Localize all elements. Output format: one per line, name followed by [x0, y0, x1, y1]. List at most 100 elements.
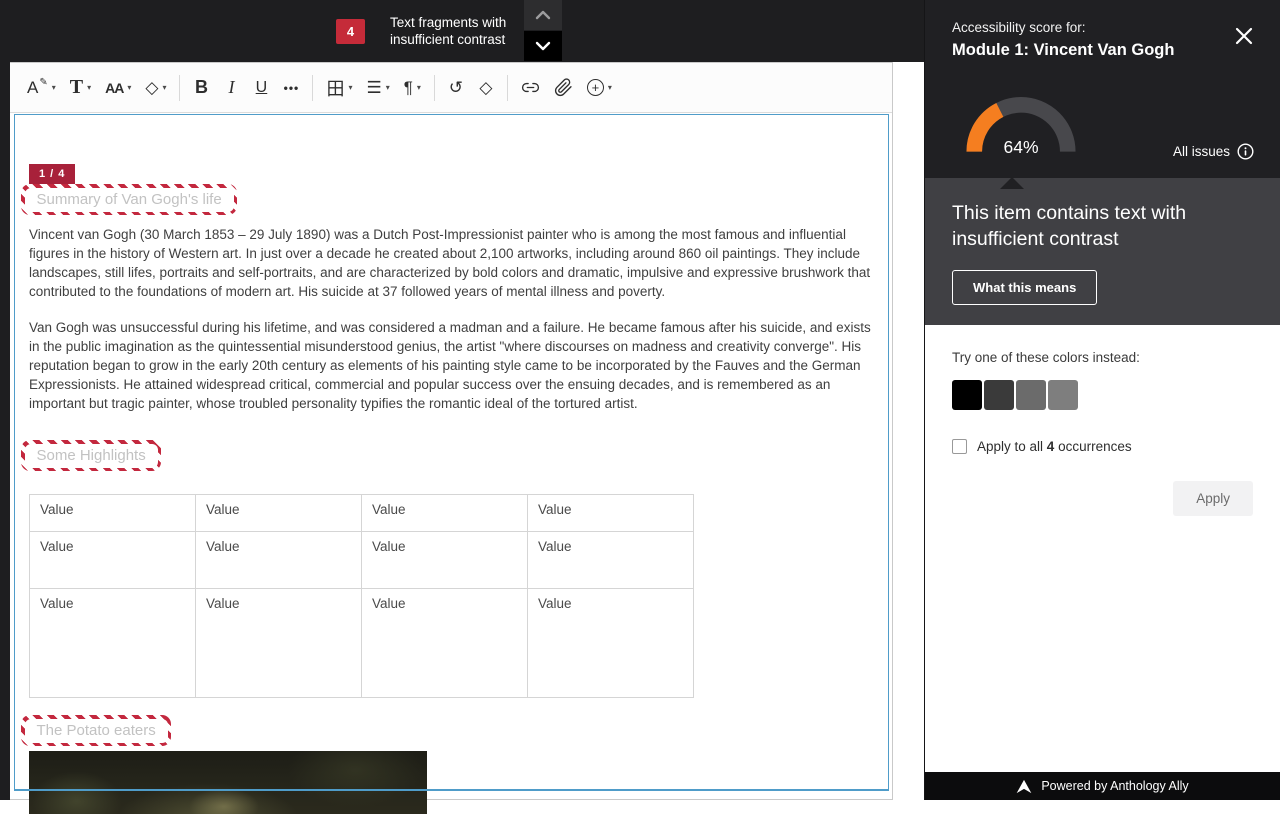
apply-button-row: Apply: [952, 481, 1253, 516]
paperclip-icon: [554, 78, 573, 97]
toolbar-separator: [434, 75, 435, 101]
all-issues-link[interactable]: All issues: [1173, 143, 1254, 160]
apply-all-label: Apply to all 4 occurrences: [977, 439, 1132, 454]
pilcrow-icon: ¶: [404, 78, 413, 98]
table-cell[interactable]: Value: [528, 495, 694, 532]
accessibility-score-gauge: 64%: [964, 92, 1078, 158]
table-cell[interactable]: Value: [30, 495, 196, 532]
heading-text: The Potato eaters: [25, 719, 168, 743]
ellipsis-icon: •••: [284, 81, 300, 95]
editor-content-area[interactable]: 1 / 4 Summary of Van Gogh's life Vincent…: [14, 114, 889, 791]
undo-icon: ↺: [449, 78, 463, 98]
toolbar-separator: [179, 75, 180, 101]
heading-text: Some Highlights: [25, 444, 158, 468]
suggestion-section: Try one of these colors instead: Apply t…: [925, 325, 1280, 516]
info-icon: [1237, 143, 1254, 160]
fill-color-button[interactable]: ◇▾: [138, 70, 173, 106]
flagged-heading-highlights[interactable]: Some Highlights: [21, 440, 161, 471]
table-button[interactable]: 田▾: [319, 70, 359, 106]
table-cell[interactable]: Value: [528, 589, 694, 698]
caret-down-icon: ▾: [87, 83, 91, 92]
score-value: 64%: [1003, 137, 1038, 158]
font-size-button[interactable]: AA▾: [98, 70, 138, 106]
table-cell[interactable]: Value: [196, 589, 362, 698]
table-cell[interactable]: Value: [196, 532, 362, 589]
ally-panel: Accessibility score for: Module 1: Vince…: [924, 0, 1280, 800]
bold-button[interactable]: B: [186, 70, 216, 106]
color-swatch-1[interactable]: [952, 380, 982, 410]
italic-icon: I: [228, 77, 234, 98]
caret-down-icon: ▾: [386, 83, 390, 92]
issue-nav-buttons: [524, 0, 562, 62]
suggestion-label: Try one of these colors instead:: [952, 350, 1253, 365]
powered-by-label: Powered by Anthology Ally: [1041, 779, 1188, 793]
caret-down-icon: ▾: [348, 83, 352, 92]
table-cell[interactable]: Value: [30, 532, 196, 589]
editor-toolbar: A✎▾ T▾ AA▾ ◇▾ B I U ••• 田▾ ☰▾ ¶▾ ↺ ◇: [10, 63, 892, 113]
caret-down-icon: ▾: [162, 83, 166, 92]
caret-down-icon: ▾: [608, 83, 612, 92]
apply-all-row: Apply to all 4 occurrences: [952, 439, 1253, 454]
panel-header: Accessibility score for: Module 1: Vince…: [925, 0, 1280, 178]
potato-eaters-image[interactable]: [29, 751, 427, 814]
issue-type-label: Text fragments with insufficient contras…: [390, 14, 506, 48]
table-cell[interactable]: Value: [362, 495, 528, 532]
bold-icon: B: [195, 77, 208, 98]
table-cell[interactable]: Value: [362, 532, 528, 589]
heading-text: Summary of Van Gogh's life: [25, 188, 234, 212]
align-button[interactable]: ☰▾: [359, 70, 396, 106]
close-button[interactable]: [1230, 22, 1258, 53]
undo-button[interactable]: ↺: [441, 70, 471, 106]
paragraph: Van Gogh was unsuccessful during his lif…: [29, 318, 874, 413]
link-icon: [521, 78, 540, 97]
content-editor: A✎▾ T▾ AA▾ ◇▾ B I U ••• 田▾ ☰▾ ¶▾ ↺ ◇: [10, 62, 893, 800]
flag-position-badge: 1 / 4: [29, 164, 75, 184]
flagged-heading-summary[interactable]: Summary of Van Gogh's life: [21, 184, 237, 215]
caret-down-icon: ▾: [417, 83, 421, 92]
table-icon: 田: [326, 75, 344, 101]
table-row: Value Value Value Value: [30, 495, 694, 532]
caret-down-icon: ▾: [52, 83, 56, 92]
what-this-means-button[interactable]: What this means: [952, 270, 1097, 305]
apply-all-checkbox[interactable]: [952, 439, 967, 454]
clear-formatting-button[interactable]: ◇: [471, 70, 501, 106]
link-button[interactable]: [514, 70, 547, 106]
color-swatch-3[interactable]: [1016, 380, 1046, 410]
insert-button[interactable]: +▾: [580, 70, 619, 106]
italic-button[interactable]: I: [216, 70, 246, 106]
underline-button[interactable]: U: [246, 70, 276, 106]
table-row: Value Value Value Value: [30, 589, 694, 698]
next-issue-button[interactable]: [524, 31, 562, 61]
table-cell[interactable]: Value: [362, 589, 528, 698]
color-swatch-4[interactable]: [1048, 380, 1078, 410]
underline-icon: U: [256, 79, 268, 97]
more-formatting-button[interactable]: •••: [276, 70, 306, 106]
plus-circle-icon: +: [587, 79, 604, 96]
table-cell[interactable]: Value: [30, 589, 196, 698]
overlay-edge: [0, 62, 10, 800]
table-row: Value Value Value Value: [30, 532, 694, 589]
caret-down-icon: ▾: [127, 83, 131, 92]
toolbar-separator: [507, 75, 508, 101]
paragraph: Vincent van Gogh (30 March 1853 – 29 Jul…: [29, 225, 874, 301]
color-swatch-2[interactable]: [984, 380, 1014, 410]
panel-footer: Powered by Anthology Ally: [925, 772, 1280, 800]
paragraph-style-button[interactable]: ¶▾: [397, 70, 428, 106]
align-icon: ☰: [366, 78, 381, 98]
font-family-button[interactable]: T▾: [63, 70, 98, 106]
eraser-icon: ◇: [479, 78, 492, 98]
chevron-up-icon: [535, 10, 551, 20]
text-color-icon: A: [27, 78, 38, 98]
text-color-button[interactable]: A✎▾: [20, 70, 63, 106]
attachment-button[interactable]: [547, 70, 580, 106]
apply-button[interactable]: Apply: [1173, 481, 1253, 516]
table-cell[interactable]: Value: [528, 532, 694, 589]
score-for-label: Accessibility score for:: [952, 20, 1086, 35]
table-cell[interactable]: Value: [196, 495, 362, 532]
issue-description: This item contains text with insufficien…: [952, 200, 1212, 252]
content-table: Value Value Value Value Value Value Valu…: [29, 494, 694, 698]
issue-count-badge: 4: [336, 19, 365, 44]
chevron-down-icon: [535, 41, 551, 51]
previous-issue-button[interactable]: [524, 0, 562, 30]
flagged-heading-potato-eaters[interactable]: The Potato eaters: [21, 715, 171, 746]
